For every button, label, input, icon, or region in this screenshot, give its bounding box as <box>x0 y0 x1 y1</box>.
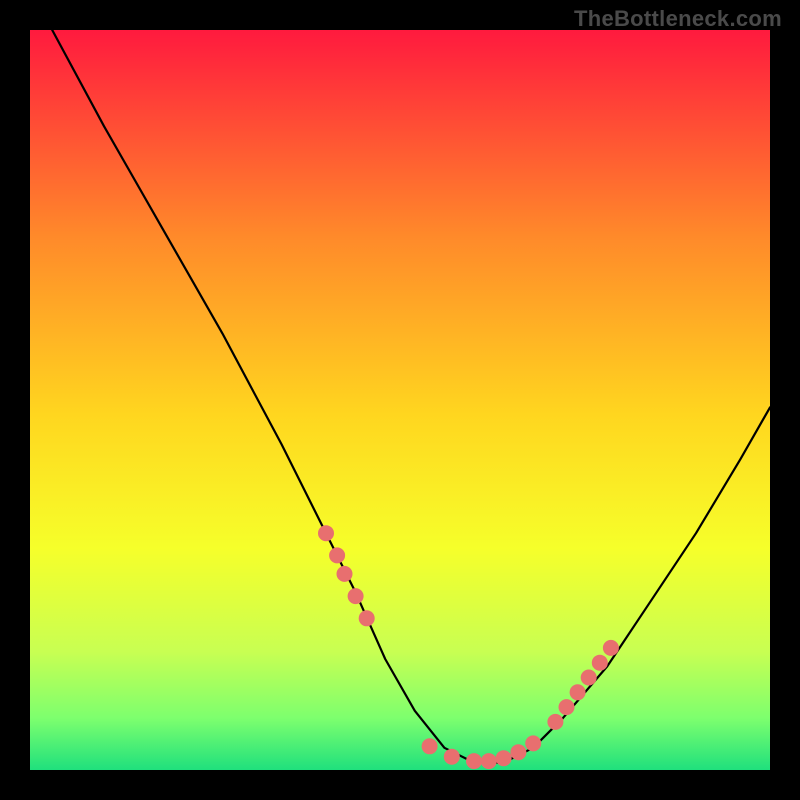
data-dot <box>603 640 619 656</box>
data-dot <box>510 744 526 760</box>
data-dot <box>525 735 541 751</box>
data-dot <box>422 738 438 754</box>
bottleneck-chart <box>0 0 800 800</box>
data-dot <box>359 610 375 626</box>
data-dot <box>337 566 353 582</box>
data-dot <box>570 684 586 700</box>
watermark-text: TheBottleneck.com <box>574 6 782 32</box>
plot-background <box>30 30 770 770</box>
data-dot <box>466 753 482 769</box>
data-dot <box>559 699 575 715</box>
data-dot <box>444 749 460 765</box>
data-dot <box>348 588 364 604</box>
data-dot <box>318 525 334 541</box>
data-dot <box>481 753 497 769</box>
chart-stage: TheBottleneck.com <box>0 0 800 800</box>
data-dot <box>329 547 345 563</box>
data-dot <box>496 750 512 766</box>
data-dot <box>547 714 563 730</box>
data-dot <box>592 655 608 671</box>
data-dot <box>581 670 597 686</box>
